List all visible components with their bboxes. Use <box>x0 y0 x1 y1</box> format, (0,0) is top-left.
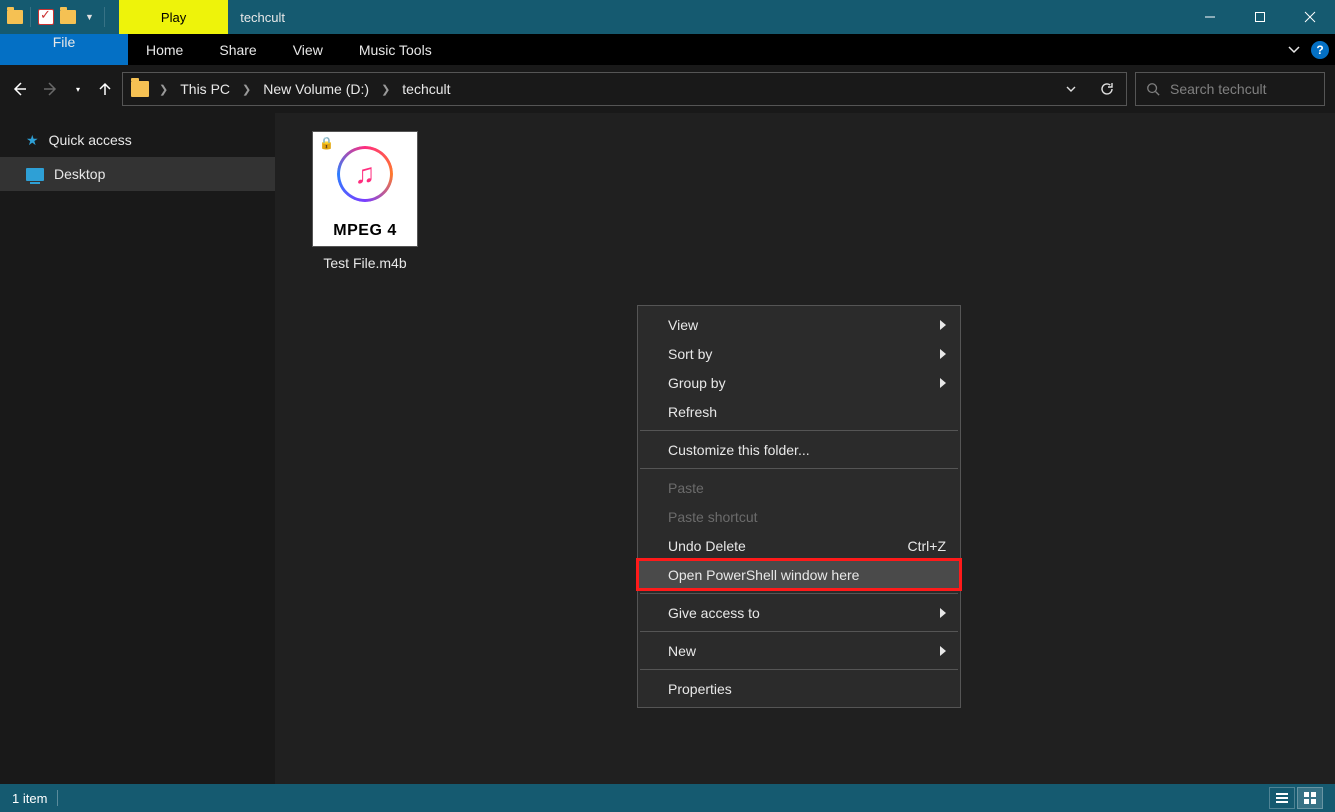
ribbon-tab-share[interactable]: Share <box>201 34 274 65</box>
context-item-refresh[interactable]: Refresh <box>638 397 960 426</box>
maximize-button[interactable] <box>1235 0 1285 34</box>
breadcrumb-this-pc[interactable]: This PC <box>178 81 232 97</box>
separator <box>57 790 58 806</box>
up-button[interactable] <box>96 80 114 98</box>
breadcrumb-folder[interactable]: techcult <box>400 81 452 97</box>
context-item-give-access[interactable]: Give access to <box>638 598 960 627</box>
ribbon-expand-icon[interactable] <box>1287 41 1301 59</box>
minimize-button[interactable] <box>1185 0 1235 34</box>
context-item-customize[interactable]: Customize this folder... <box>638 435 960 464</box>
folder-icon[interactable] <box>6 8 24 26</box>
quick-access-toolbar: ▼ <box>0 0 113 34</box>
file-type-label: MPEG 4 <box>333 222 396 240</box>
separator <box>30 7 31 27</box>
history-dropdown-icon[interactable]: ▾ <box>74 85 82 94</box>
context-menu: View Sort by Group by Refresh Customize … <box>637 305 961 708</box>
details-view-button[interactable] <box>1269 787 1295 809</box>
chevron-right-icon[interactable]: ❯ <box>238 83 255 96</box>
title-bar: ▼ Play techcult <box>0 0 1335 34</box>
separator <box>640 468 958 469</box>
lock-icon: 🔒 <box>319 136 334 150</box>
context-item-view[interactable]: View <box>638 310 960 339</box>
context-item-sort-by[interactable]: Sort by <box>638 339 960 368</box>
sidebar-item-label: Quick access <box>49 132 132 148</box>
separator <box>640 430 958 431</box>
chevron-right-icon[interactable]: ❯ <box>377 83 394 96</box>
window-title: techcult <box>228 0 1185 34</box>
status-bar: 1 item <box>0 784 1335 812</box>
ribbon-tab-view[interactable]: View <box>275 34 341 65</box>
separator <box>104 7 105 27</box>
navigation-pane: ★ Quick access Desktop <box>0 113 275 784</box>
context-tab-play[interactable]: Play <box>119 0 228 34</box>
shortcut-label: Ctrl+Z <box>908 538 947 554</box>
context-item-undo-delete[interactable]: Undo DeleteCtrl+Z <box>638 531 960 560</box>
context-item-group-by[interactable]: Group by <box>638 368 960 397</box>
music-note-icon: ♫ <box>355 158 376 190</box>
desktop-icon <box>26 168 44 181</box>
context-item-open-powershell[interactable]: Open PowerShell window here <box>638 560 960 589</box>
back-button[interactable] <box>10 80 28 98</box>
context-item-paste-shortcut: Paste shortcut <box>638 502 960 531</box>
search-icon <box>1146 82 1160 96</box>
refresh-icon[interactable] <box>1092 81 1122 97</box>
address-dropdown-icon[interactable] <box>1056 85 1086 93</box>
separator <box>640 631 958 632</box>
context-item-paste: Paste <box>638 473 960 502</box>
qat-dropdown-icon[interactable]: ▼ <box>81 12 98 22</box>
file-name-label: Test File.m4b <box>323 255 406 271</box>
sidebar-item-quick-access[interactable]: ★ Quick access <box>0 123 275 157</box>
status-item-count: 1 item <box>12 791 47 806</box>
ribbon: File Home Share View Music Tools ? <box>0 34 1335 65</box>
help-icon[interactable]: ? <box>1311 41 1329 59</box>
file-item[interactable]: 🔒 ♫ MPEG 4 Test File.m4b <box>301 131 429 271</box>
address-bar[interactable]: ❯ This PC ❯ New Volume (D:) ❯ techcult <box>122 72 1127 106</box>
ribbon-tab-music-tools[interactable]: Music Tools <box>341 34 450 65</box>
thumbnails-view-button[interactable] <box>1297 787 1323 809</box>
folder-icon <box>131 81 149 97</box>
search-placeholder: Search techcult <box>1170 81 1267 97</box>
ribbon-tab-file[interactable]: File <box>0 34 128 65</box>
ribbon-tab-home[interactable]: Home <box>128 34 201 65</box>
sidebar-item-desktop[interactable]: Desktop <box>0 157 275 191</box>
properties-check-icon[interactable] <box>37 8 55 26</box>
context-item-properties[interactable]: Properties <box>638 674 960 703</box>
file-thumbnail: 🔒 ♫ MPEG 4 <box>312 131 418 247</box>
forward-button[interactable] <box>42 80 60 98</box>
chevron-right-icon[interactable]: ❯ <box>155 83 172 96</box>
context-item-new[interactable]: New <box>638 636 960 665</box>
separator <box>640 593 958 594</box>
star-icon: ★ <box>26 132 39 149</box>
window-controls <box>1185 0 1335 34</box>
separator <box>640 669 958 670</box>
sidebar-item-label: Desktop <box>54 166 105 182</box>
search-input[interactable]: Search techcult <box>1135 72 1325 106</box>
navigation-bar: ▾ ❯ This PC ❯ New Volume (D:) ❯ techcult… <box>0 65 1335 113</box>
close-button[interactable] <box>1285 0 1335 34</box>
folder-icon[interactable] <box>59 8 77 26</box>
breadcrumb-volume[interactable]: New Volume (D:) <box>261 81 371 97</box>
